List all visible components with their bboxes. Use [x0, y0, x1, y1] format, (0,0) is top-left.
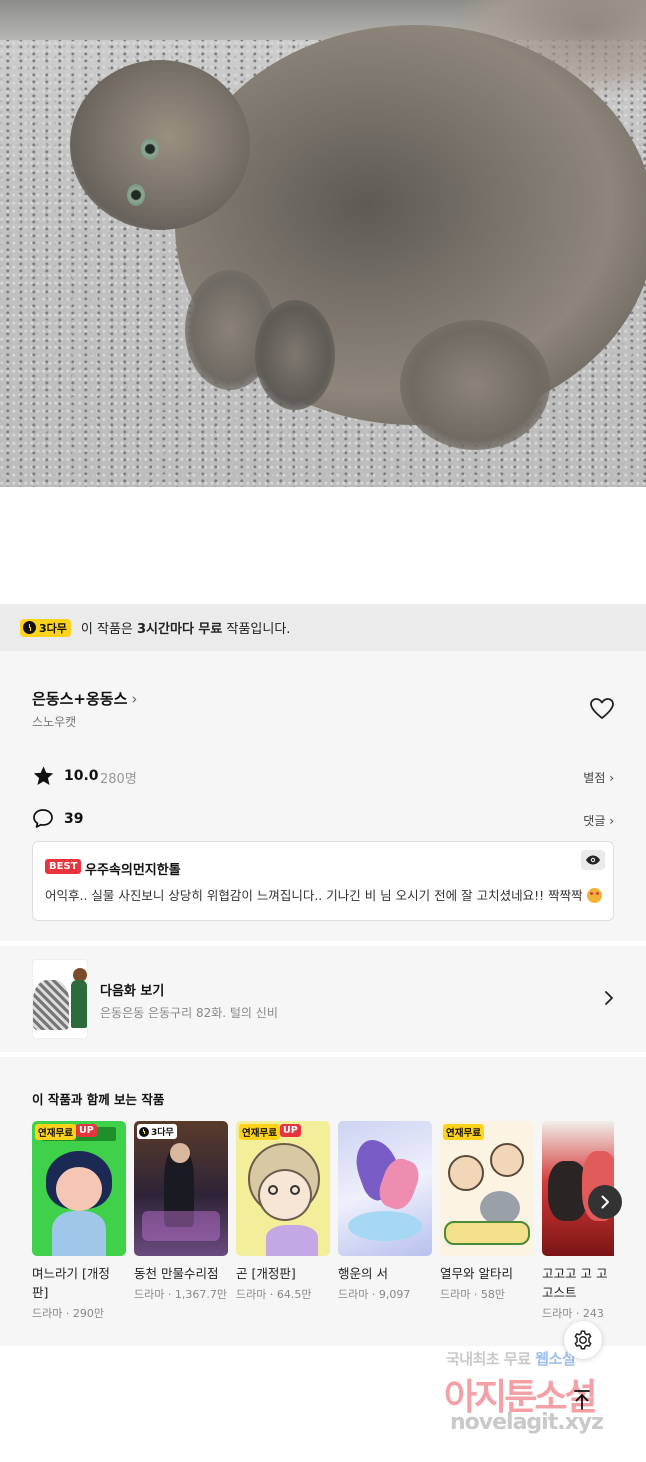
scroll-to-top-button[interactable] — [570, 1388, 594, 1412]
free-info-suffix: 작품입니다. — [222, 622, 291, 637]
comment-link[interactable]: 댓글 › — [583, 812, 614, 829]
rating-value: 10.0 — [64, 768, 99, 784]
chevron-right-icon — [601, 1195, 609, 1209]
work-title: 은동스+옹동스 — [32, 690, 128, 708]
chevron-right-icon — [605, 991, 613, 1005]
episode-photo — [0, 0, 646, 487]
up-tag: UP — [76, 1124, 97, 1137]
work-title-link[interactable]: 은동스+옹동스 › — [32, 688, 137, 709]
card-title: 열무와 알타리 — [440, 1266, 513, 1281]
arrow-up-icon — [574, 1390, 590, 1410]
card-meta: 드라마 · 1,367.7만 — [134, 1288, 227, 1301]
card-title: 곤 [개정판] — [236, 1266, 296, 1281]
card-meta: 드라마 · 58만 — [440, 1288, 505, 1301]
recommendation-card[interactable]: 고고고 고 고 고스트 드라마 · 243 — [542, 1121, 614, 1321]
watermark-url: novelagit.xyz — [450, 1410, 604, 1435]
up-tag: UP — [280, 1124, 301, 1137]
best-comment-text: 어익후.. 실물 사진보니 상당히 위협감이 느껴집니다.. 기나긴 비 님 오… — [45, 885, 602, 904]
recommendation-card[interactable]: 연재무료 열무와 알타리 드라마 · 58만 — [440, 1121, 534, 1302]
clock-icon — [139, 1126, 149, 1137]
heart-icon[interactable] — [589, 697, 615, 721]
card-title: 며느라기 [개정판] — [32, 1266, 110, 1300]
gear-icon — [574, 1330, 592, 1350]
eye-icon[interactable] — [581, 850, 605, 870]
card-meta: 드라마 · 64.5만 — [236, 1288, 312, 1301]
chevron-right-icon: › — [131, 690, 138, 708]
comment-count: 39 — [64, 811, 84, 827]
card-meta: 드라마 · 290만 — [32, 1307, 104, 1320]
star-icon — [33, 766, 54, 785]
clapping-emoji-icon — [586, 888, 602, 903]
comment-row: 39 댓글 › — [32, 808, 614, 830]
best-comment-card[interactable]: BEST 우주속의먼지한톨 어익후.. 실물 사진보니 상당히 위협감이 느껴집… — [32, 841, 614, 921]
card-title: 행운의 서 — [338, 1266, 388, 1281]
free-info-bold: 3시간마다 무료 — [137, 622, 223, 637]
cover-image: 연재무료 — [440, 1121, 534, 1256]
card-title: 고고고 고 고 고스트 — [542, 1266, 608, 1300]
free-tag: 연재무료 — [35, 1124, 76, 1140]
free-tag: 연재무료 — [443, 1124, 484, 1140]
work-author: 스노우캣 — [32, 715, 77, 729]
card-meta: 드라마 · 9,097 — [338, 1288, 411, 1301]
work-info-section: 은동스+옹동스 › 스노우캣 10.0 280명 별점 › 39 댓글 › BES… — [0, 651, 646, 941]
three-hour-free-badge: 3다무 — [20, 618, 71, 637]
recommendations-heading: 이 작품과 함께 보는 작품 — [32, 1092, 165, 1107]
rating-link[interactable]: 별점 › — [583, 769, 614, 786]
free-info-prefix: 이 작품은 — [80, 622, 138, 637]
next-episode-row[interactable]: 다음화 보기 은동은동 은동구리 82화. 털의 신비 — [0, 946, 646, 1052]
next-episode-title: 다음화 보기 — [100, 984, 165, 999]
watermark-tagline: 국내최초 무료 웹소설 — [446, 1350, 576, 1368]
cover-image: 3다무 — [134, 1121, 228, 1256]
best-badge: BEST — [45, 859, 82, 874]
settings-button[interactable] — [564, 1321, 602, 1359]
cover-image: 연재무료 UP — [236, 1121, 330, 1256]
rating-count: 280명 — [100, 772, 137, 787]
next-episode-subtitle: 은동은동 은동구리 82화. 털의 신비 — [100, 1006, 278, 1020]
card-meta: 드라마 · 243 — [542, 1307, 604, 1320]
cover-image — [338, 1121, 432, 1256]
comment-bubble-icon — [33, 809, 53, 828]
clock-icon — [23, 621, 36, 634]
rating-row: 10.0 280명 별점 › — [32, 765, 614, 787]
next-episode-thumbnail — [32, 959, 88, 1039]
recommendation-card[interactable]: 행운의 서 드라마 · 9,097 — [338, 1121, 432, 1302]
recommendations-section: 이 작품과 함께 보는 작품 연재무료 UP 며느라기 [개정판] 드라마 · … — [0, 1057, 646, 1346]
best-comment-author: 우주속의먼지한톨 — [85, 863, 181, 878]
cover-image: 연재무료 UP — [32, 1121, 126, 1256]
recommendation-card[interactable]: 연재무료 UP 곤 [개정판] 드라마 · 64.5만 — [236, 1121, 330, 1302]
watermark: 국내최초 무료 웹소설 아지툰소설 novelagit.xyz — [444, 1348, 644, 1448]
recommendation-card[interactable]: 3다무 동천 만물수리점 드라마 · 1,367.7만 — [134, 1121, 228, 1302]
three-hour-free-badge: 3다무 — [137, 1124, 177, 1139]
recommendation-card[interactable]: 연재무료 UP 며느라기 [개정판] 드라마 · 290만 — [32, 1121, 126, 1321]
free-tag: 연재무료 — [239, 1124, 280, 1140]
carousel-next-button[interactable] — [588, 1185, 622, 1219]
card-title: 동천 만물수리점 — [134, 1266, 219, 1281]
free-info-banner: 3다무 이 작품은 3시간마다 무료 작품입니다. — [0, 604, 646, 651]
